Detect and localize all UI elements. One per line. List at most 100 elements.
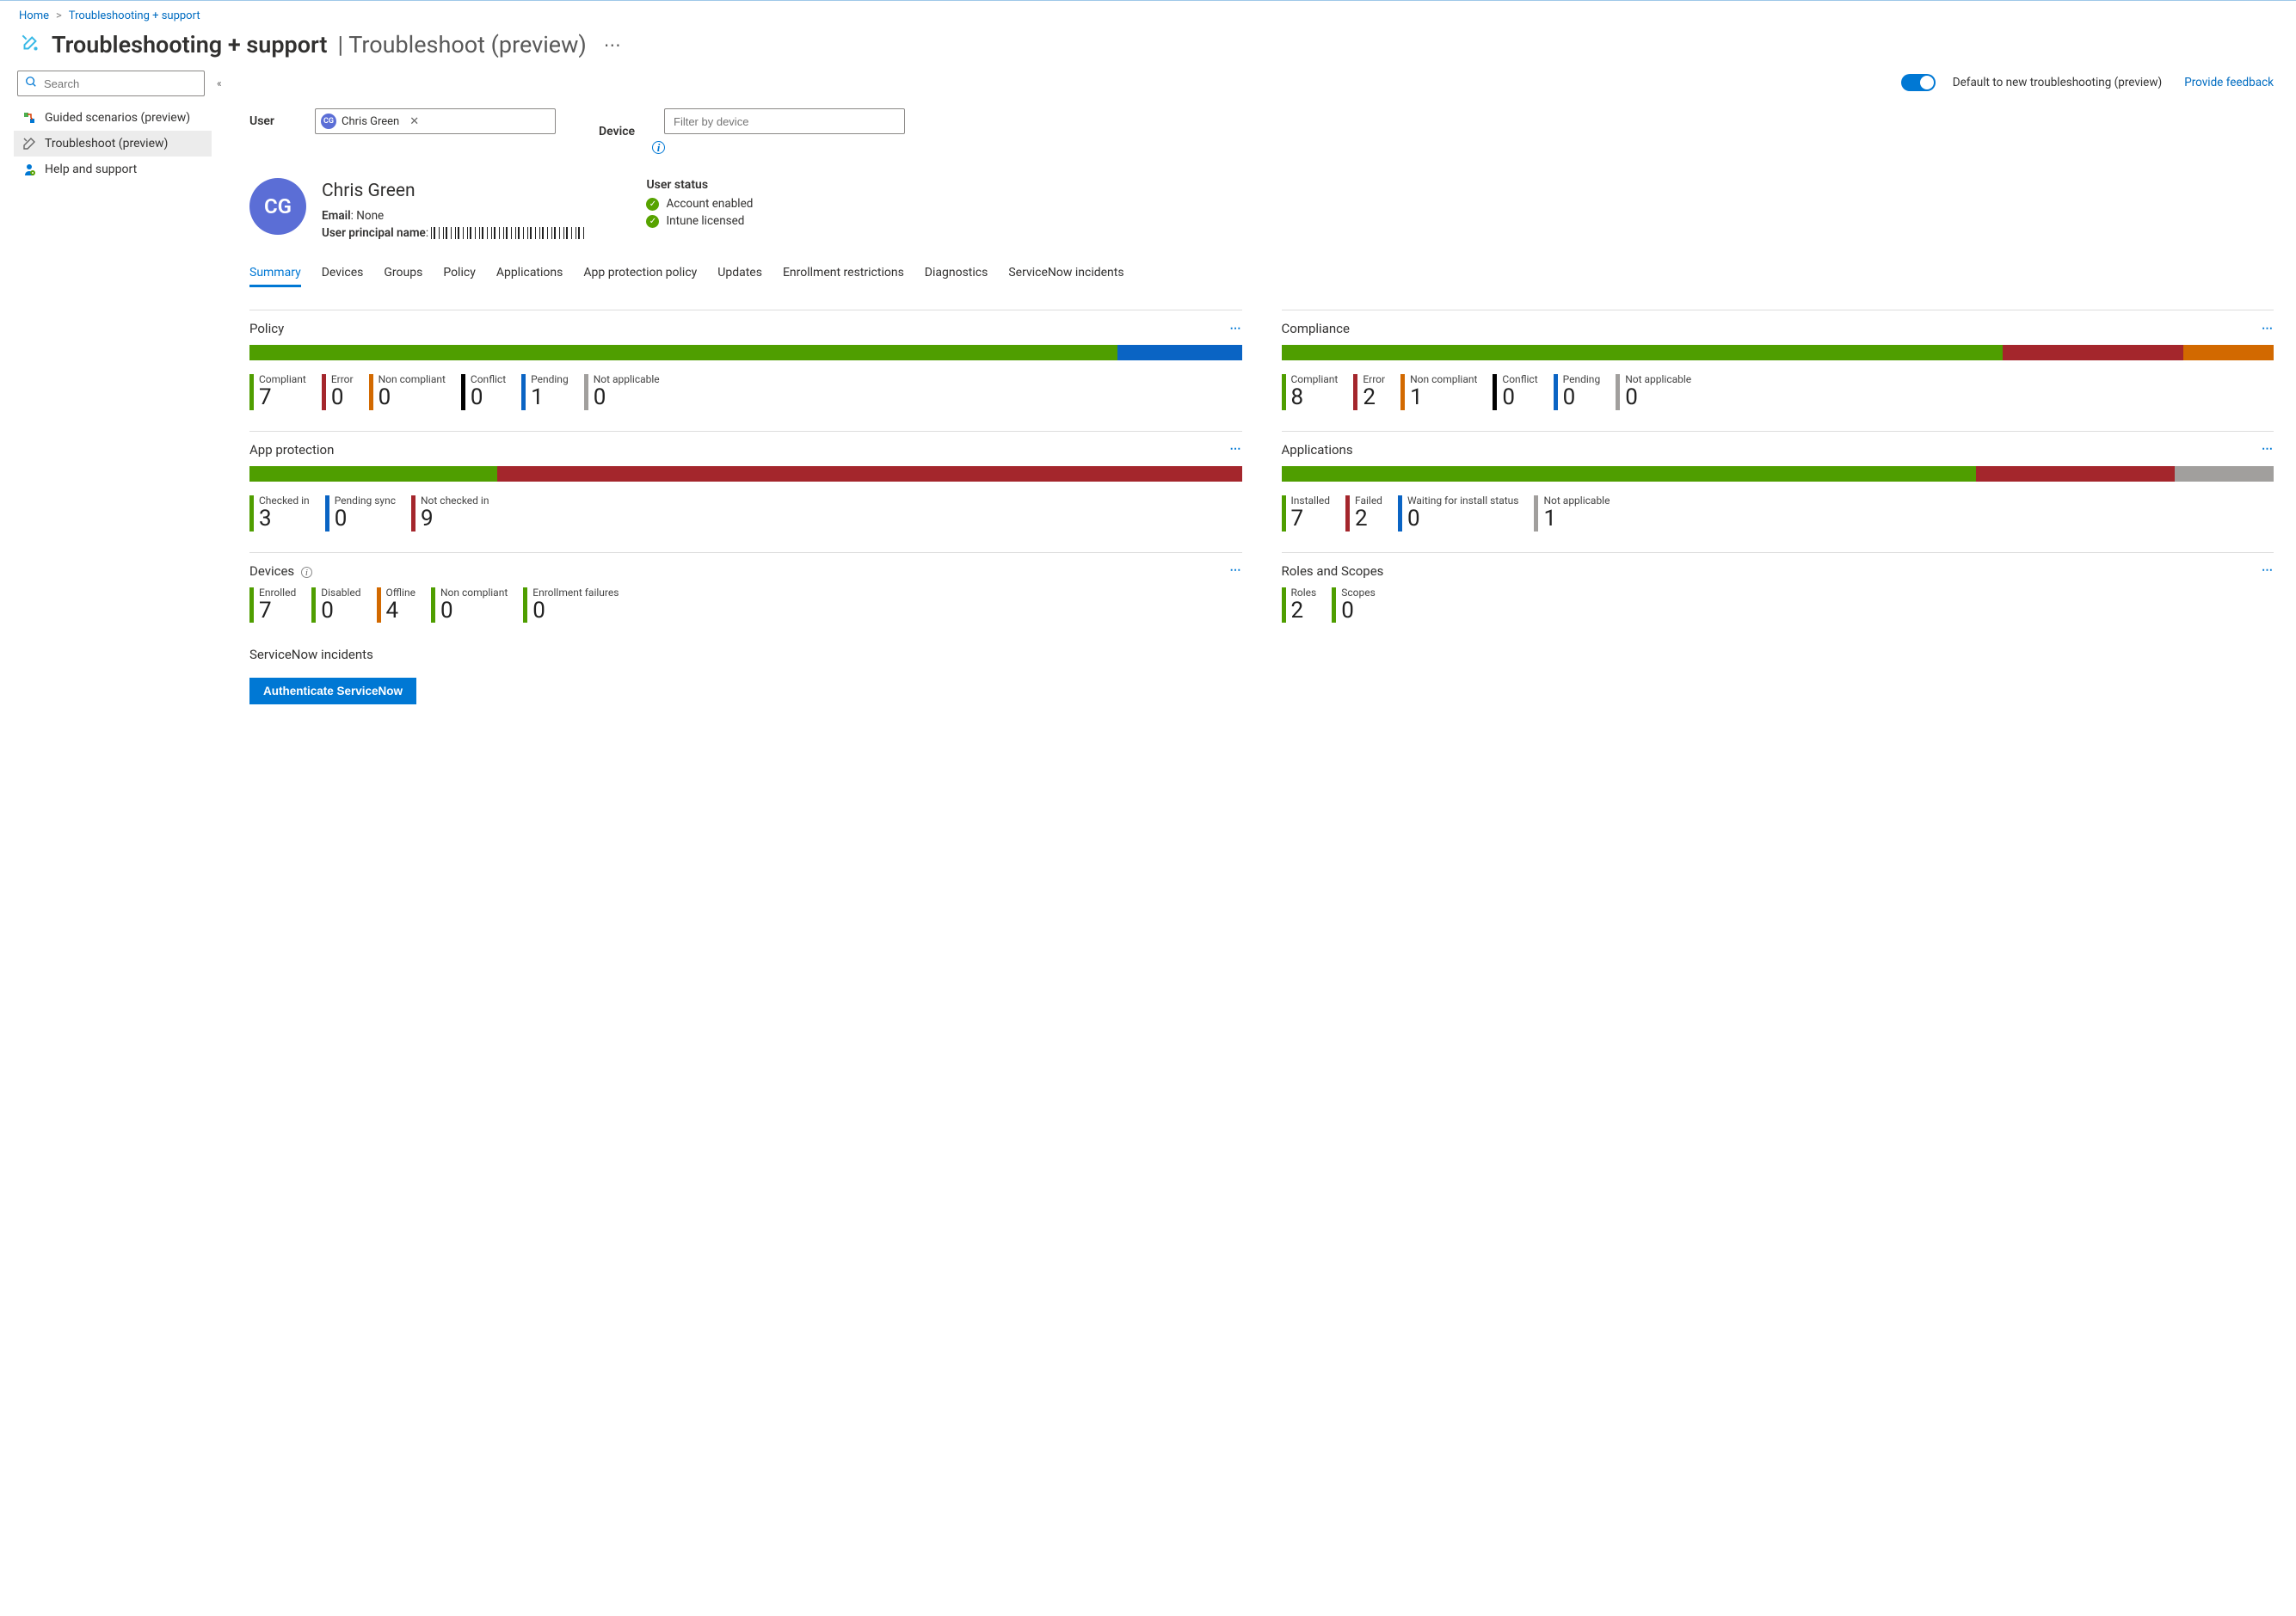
status-account-enabled: ✓ Account enabled [646, 197, 753, 211]
card-policy: Policy⋯Compliant7Error0Non compliant0Con… [249, 310, 1242, 410]
sidebar-item-troubleshoot[interactable]: Troubleshoot (preview) [14, 131, 212, 157]
metric-label: Scopes [1341, 587, 1376, 599]
tab-summary[interactable]: Summary [249, 261, 301, 287]
user-status: User status ✓ Account enabled ✓ Intune l… [646, 178, 753, 242]
card-app_protection: App protection⋯Checked in3Pending sync0N… [249, 431, 1242, 531]
metric: Not applicable0 [584, 374, 660, 410]
metric-value: 0 [1407, 507, 1519, 531]
tabs: Summary Devices Groups Policy Applications Ap… [249, 261, 2274, 287]
metric: Disabled0 [311, 587, 360, 624]
tab-applications[interactable]: Applications [496, 261, 563, 287]
user-chip-remove-icon[interactable]: ✕ [409, 115, 419, 128]
tab-devices[interactable]: Devices [322, 261, 364, 287]
card-title: Roles and Scopes [1282, 563, 1384, 579]
sidebar-search-input[interactable] [42, 77, 197, 91]
metric-bar [1345, 495, 1350, 531]
main-content: Default to new troubleshooting (preview)… [219, 71, 2296, 739]
metric-value: 1 [1543, 507, 1610, 531]
status-intune-licensed: ✓ Intune licensed [646, 214, 753, 228]
metric-value: 1 [1410, 385, 1477, 410]
title-more-icon[interactable]: ⋯ [597, 34, 628, 55]
metric: Conflict0 [461, 374, 506, 410]
metric-value: 0 [1625, 385, 1691, 410]
metric: Pending1 [521, 374, 569, 410]
card-more-icon[interactable]: ⋯ [2262, 323, 2274, 335]
sidebar-item-label: Troubleshoot (preview) [45, 137, 168, 151]
metric-value: 0 [335, 507, 396, 531]
metric-bar [1493, 374, 1497, 410]
sidebar-search[interactable] [17, 71, 205, 96]
card-more-icon[interactable]: ⋯ [1230, 323, 1242, 335]
metric-bar [1353, 374, 1357, 410]
sidebar-item-label: Help and support [45, 163, 137, 176]
metric-value: 3 [259, 507, 310, 531]
card-more-icon[interactable]: ⋯ [1230, 564, 1242, 577]
tab-updates[interactable]: Updates [717, 261, 762, 287]
card-title: Devices i [249, 563, 312, 579]
metric-bar [521, 374, 526, 410]
metric-bar [1400, 374, 1405, 410]
card-more-icon[interactable]: ⋯ [1230, 443, 1242, 456]
info-icon[interactable]: i [301, 567, 312, 578]
metric-label: Checked in [259, 495, 310, 507]
card-more-icon[interactable]: ⋯ [2262, 443, 2274, 456]
metric: Roles2 [1282, 587, 1317, 624]
metric-bar [1398, 495, 1402, 531]
metric-value: 0 [471, 385, 506, 410]
device-info-icon[interactable]: i [652, 141, 665, 154]
metric-bar [1534, 495, 1538, 531]
provide-feedback-link[interactable]: Provide feedback [2184, 76, 2274, 89]
metric-bar [249, 495, 254, 531]
user-filter-input[interactable]: CG Chris Green ✕ [315, 108, 556, 134]
user-email: Email: None [322, 207, 586, 224]
topbar: Default to new troubleshooting (preview)… [249, 74, 2274, 91]
tab-enrollment-restrictions[interactable]: Enrollment restrictions [783, 261, 904, 287]
tab-app-protection-policy[interactable]: App protection policy [583, 261, 697, 287]
user-name: Chris Green [322, 178, 586, 206]
card-stacked-bar [249, 345, 1242, 360]
bar-segment [497, 466, 1241, 482]
breadcrumb-current[interactable]: Troubleshooting + support [69, 9, 200, 22]
sidebar-item-help-support[interactable]: Help and support [14, 157, 212, 182]
metric-bar [1282, 495, 1286, 531]
metric-bar [249, 374, 254, 410]
metric-value: 2 [1355, 507, 1382, 531]
breadcrumb-home[interactable]: Home [19, 9, 49, 22]
metric-value: 7 [259, 599, 296, 624]
metric-value: 0 [321, 599, 360, 624]
filters: User CG Chris Green ✕ Device i [249, 108, 2274, 154]
metric-value: 7 [259, 385, 306, 410]
metric-bar [1332, 587, 1336, 624]
tab-servicenow-incidents[interactable]: ServiceNow incidents [1008, 261, 1123, 287]
user-upn: User principal name: [322, 224, 586, 242]
tab-policy[interactable]: Policy [443, 261, 476, 287]
user-filter-label: User [249, 114, 298, 128]
page-title-row: Troubleshooting + support | Troubleshoot… [0, 31, 2296, 71]
bar-segment [249, 466, 497, 482]
metric-bar [584, 374, 588, 410]
servicenow-section: ServiceNow incidents Authenticate Servic… [249, 647, 2274, 704]
user-chip-label: Chris Green [342, 115, 399, 128]
bar-segment [1282, 466, 1976, 482]
troubleshooting-toggle[interactable] [1901, 74, 1936, 91]
sidebar-item-guided-scenarios[interactable]: Guided scenarios (preview) [14, 105, 212, 131]
tab-diagnostics[interactable]: Diagnostics [925, 261, 988, 287]
metric-value: 2 [1291, 599, 1317, 624]
metric: Error0 [322, 374, 354, 410]
device-filter-input[interactable] [664, 108, 905, 134]
card-stacked-bar [1282, 466, 2274, 482]
check-icon: ✓ [646, 198, 659, 211]
authenticate-servicenow-button[interactable]: Authenticate ServiceNow [249, 678, 416, 704]
user-profile: CG Chris Green Email: None User principa… [249, 178, 2274, 242]
tab-groups[interactable]: Groups [384, 261, 422, 287]
metric-value: 0 [440, 599, 508, 624]
metric-value: 4 [386, 599, 415, 624]
metric: Enrollment failures0 [523, 587, 619, 624]
metric-value: 0 [331, 385, 354, 410]
metric: Compliant8 [1282, 374, 1339, 410]
card-more-icon[interactable]: ⋯ [2262, 564, 2274, 577]
metric-bar [523, 587, 527, 624]
metric: Failed2 [1345, 495, 1382, 531]
toggle-label: Default to new troubleshooting (preview) [1953, 76, 2162, 89]
card-metrics: Enrolled7Disabled0Offline4Non compliant0… [249, 587, 1242, 624]
